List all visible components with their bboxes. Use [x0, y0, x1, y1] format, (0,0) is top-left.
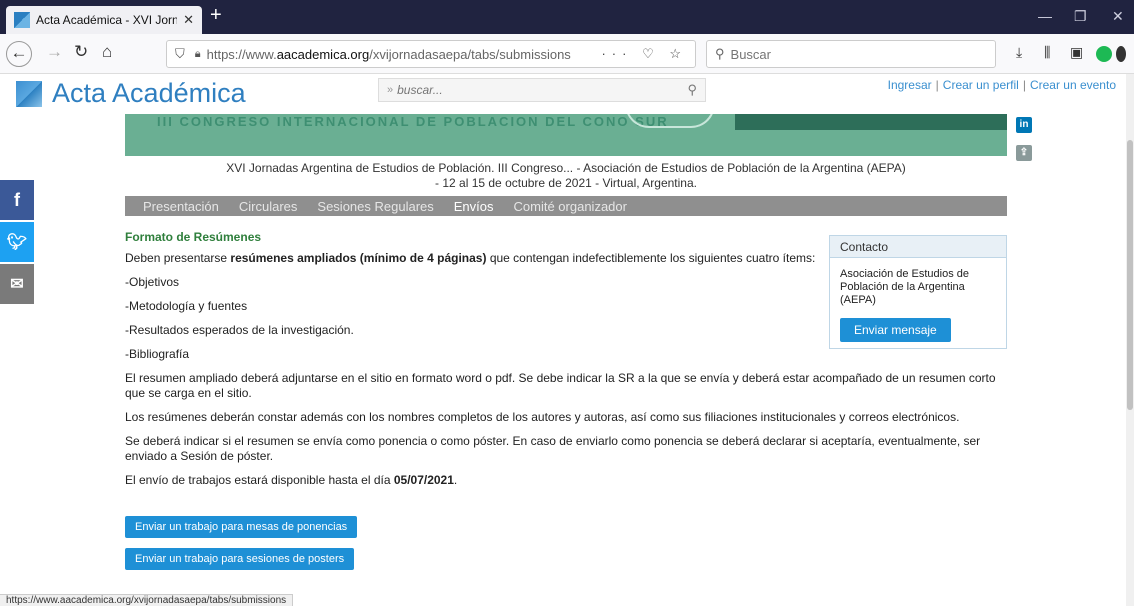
twitter-icon: 🐦︎: [6, 234, 28, 251]
shield-icon[interactable]: ⛉: [175, 46, 185, 62]
search-icon[interactable]: ⚲: [687, 82, 697, 98]
linkedin-icon[interactable]: in: [1016, 117, 1032, 133]
site-header: Acta Académica » ⚲ Ingresar|Crear un per…: [0, 74, 1134, 114]
scrollbar-thumb[interactable]: [1127, 140, 1133, 410]
browser-titlebar: Acta Académica - XVI Jornadas ✕ + — ❐ ✕: [0, 0, 1134, 34]
maximize-icon[interactable]: ❐: [1074, 8, 1087, 25]
account-links: Ingresar | Crear un perfil | Crear un evento: [887, 78, 1116, 92]
menu-item-envios[interactable]: Envíos: [454, 199, 494, 214]
banner-decoration: [625, 114, 715, 128]
submit-paper-button[interactable]: Enviar un trabajo para mesas de ponencia…: [125, 516, 358, 538]
library-icon[interactable]: ⫼: [1044, 44, 1050, 61]
deadline-date: 05/07/2021: [393, 473, 454, 487]
event-menu: Presentación Circulares Sesiones Regular…: [125, 196, 1007, 216]
url-text[interactable]: https://www.aacademica.org/xvijornadasae…: [207, 47, 602, 62]
download-icon[interactable]: ⤓: [1016, 44, 1022, 61]
banner-text: III CONGRESO INTERNACIONAL DE POBLACION …: [157, 114, 669, 129]
email-share-button[interactable]: ✉: [0, 264, 34, 304]
reload-icon[interactable]: ↻: [74, 42, 88, 62]
share-icon[interactable]: ⇪: [1016, 145, 1032, 161]
banner-decoration: [735, 114, 1007, 130]
create-event-link[interactable]: Crear un evento: [1030, 78, 1116, 92]
menu-item-comite[interactable]: Comité organizador: [514, 199, 627, 214]
email-icon: ✉: [10, 276, 24, 293]
submit-poster-button[interactable]: Enviar un trabajo para sesiones de poste…: [125, 548, 355, 570]
event-info: XVI Jornadas Argentina de Estudios de Po…: [125, 161, 1007, 191]
lock-icon[interactable]: 🔒︎: [195, 48, 201, 61]
login-link[interactable]: Ingresar: [888, 78, 932, 92]
browser-search-box[interactable]: ⚲: [706, 40, 996, 68]
tab-title: Acta Académica - XVI Jornadas: [36, 13, 178, 27]
forward-icon[interactable]: →: [46, 42, 63, 62]
contact-organization: Asociación de Estudios de Población de l…: [840, 268, 970, 306]
url-bar[interactable]: ⛉ 🔒︎ https://www.aacademica.org/xvijorna…: [166, 40, 696, 68]
deadline-paragraph: El envío de trabajos estará disponible h…: [125, 473, 458, 487]
browser-search-input[interactable]: [730, 46, 987, 62]
logo-icon: [16, 80, 42, 107]
site-search-box[interactable]: » ⚲: [378, 78, 706, 102]
event-title: XVI Jornadas Argentina de Estudios de Po…: [226, 161, 906, 175]
chevron-down-icon: »: [387, 84, 394, 96]
grammarly-extension-icon[interactable]: [1096, 46, 1112, 62]
extension-icon[interactable]: [1116, 46, 1126, 62]
menu-item-sesiones[interactable]: Sesiones Regulares: [317, 199, 433, 214]
site-search-input[interactable]: [397, 83, 688, 97]
status-bar: https://www.aacademica.org/xvijornadasae…: [0, 594, 294, 606]
logo-text: Acta Académica: [52, 78, 246, 108]
search-icon: ⚲: [715, 46, 725, 61]
facebook-icon: f: [14, 189, 20, 210]
paragraph-type: Se deberá indicar si el resumen se envía…: [125, 434, 981, 463]
menu-item-circulares[interactable]: Circulares: [239, 199, 298, 214]
event-banner: III CONGRESO INTERNACIONAL DE POBLACION …: [125, 114, 1007, 156]
site-favicon-icon: [14, 12, 30, 28]
back-icon[interactable]: ←: [6, 41, 32, 67]
tab-close-icon[interactable]: ✕: [183, 12, 194, 28]
page-actions-icon[interactable]: ··· ♡ ☆: [601, 46, 687, 62]
browser-toolbar: ← → ↻ ⌂ ⛉ 🔒︎ https://www.aacademica.org/…: [0, 34, 1134, 74]
contact-header: Contacto: [830, 236, 1006, 258]
send-message-button[interactable]: Enviar mensaje: [840, 318, 951, 342]
contact-box: Contacto Asociación de Estudios de Pobla…: [829, 235, 1007, 349]
event-dates: - 12 al 15 de octubre de 2021 - Virtual,…: [435, 176, 697, 190]
close-window-icon[interactable]: ✕: [1112, 8, 1124, 25]
sidebar-icon[interactable]: ▣: [1070, 44, 1083, 61]
site-logo[interactable]: Acta Académica: [16, 78, 246, 109]
facebook-share-button[interactable]: f: [0, 180, 34, 220]
paragraph-format: El resumen ampliado deberá adjuntarse en…: [125, 371, 996, 400]
home-icon[interactable]: ⌂: [102, 42, 112, 62]
minimize-icon[interactable]: —: [1038, 8, 1052, 24]
paragraph-authors: Los resúmenes deberán constar además con…: [125, 410, 960, 424]
new-tab-button[interactable]: +: [210, 4, 222, 27]
twitter-share-button[interactable]: 🐦︎: [0, 222, 34, 262]
create-profile-link[interactable]: Crear un perfil: [943, 78, 1019, 92]
menu-item-presentacion[interactable]: Presentación: [143, 199, 219, 214]
intro-paragraph: Deben presentarse resúmenes ampliados (m…: [125, 251, 816, 265]
browser-tab[interactable]: Acta Académica - XVI Jornadas ✕: [6, 6, 202, 34]
list-item: -Bibliografía: [125, 347, 190, 361]
